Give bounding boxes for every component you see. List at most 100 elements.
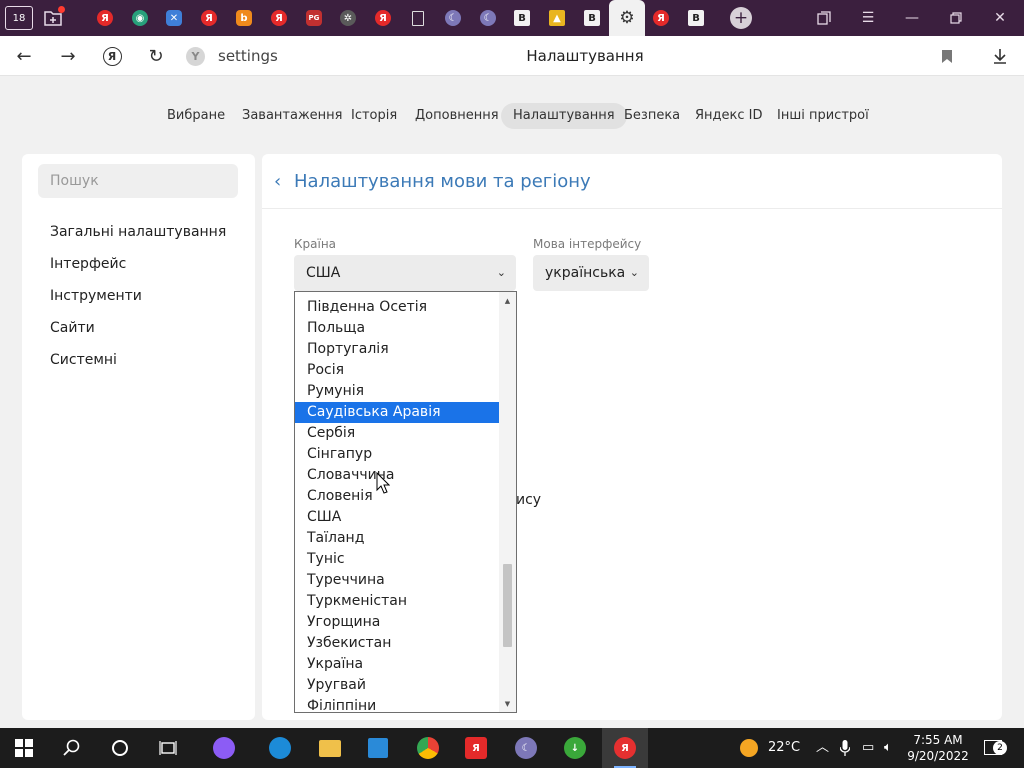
sidebar-item-system[interactable]: Системні (50, 352, 117, 368)
country-option[interactable]: Словенія (295, 486, 499, 507)
nav-other-devices[interactable]: Інші пристрої (777, 103, 869, 129)
network-button[interactable]: ▭ (862, 728, 874, 768)
tab-tools[interactable]: ✕ (161, 5, 187, 31)
taskbar-store[interactable] (366, 736, 390, 760)
tab-b-3[interactable]: B (683, 5, 709, 31)
nav-yandex-id[interactable]: Яндекс ID (695, 103, 763, 129)
country-dropdown-list[interactable]: Південна Осетія Польща Португалія Росія … (294, 291, 517, 713)
country-option[interactable]: Узбекистан (295, 633, 499, 654)
sidebar-item-sites[interactable]: Сайти (50, 320, 95, 336)
nav-history[interactable]: Історія (351, 103, 397, 129)
country-option[interactable]: Словаччина (295, 465, 499, 486)
scrollbar-thumb[interactable] (503, 564, 512, 647)
tab-count-badge: 18 (12, 12, 26, 24)
sidebar-item-interface[interactable]: Інтерфейс (50, 256, 126, 272)
yandex-button[interactable]: Я (100, 44, 124, 68)
country-option[interactable]: Угорщина (295, 612, 499, 633)
reload-button[interactable]: ↻ (144, 44, 168, 68)
volume-button[interactable]: 🔈︎ (884, 728, 892, 768)
country-option[interactable]: Таїланд (295, 528, 499, 549)
minimize-button[interactable]: — (898, 6, 926, 30)
sidebar-item-tools[interactable]: Інструменти (50, 288, 142, 304)
country-option[interactable]: США (295, 507, 499, 528)
taskbar-moon-app[interactable]: ☾ (514, 736, 538, 760)
section-title[interactable]: Налаштування мови та регіону (294, 171, 591, 192)
tab-wheel[interactable]: ✲ (335, 5, 361, 31)
country-option[interactable]: Філіппіни (295, 696, 499, 712)
nav-extensions[interactable]: Доповнення (415, 103, 499, 129)
microphone-button[interactable] (839, 728, 851, 768)
country-option[interactable]: Туреччина (295, 570, 499, 591)
collections-button[interactable] (810, 6, 838, 30)
nav-favorites[interactable]: Вибране (167, 103, 225, 129)
country-option[interactable]: Туніс (295, 549, 499, 570)
chevron-down-icon: ⌄ (629, 266, 639, 279)
forward-button[interactable]: → (56, 44, 80, 68)
taskbar-yandex-browser-active[interactable]: Я (602, 728, 648, 768)
tab-orange[interactable]: b (231, 5, 257, 31)
taskbar-yandex[interactable]: Я (464, 736, 488, 760)
notification-center-button[interactable]: 2 (984, 728, 1007, 768)
back-button[interactable]: ← (12, 44, 36, 68)
country-select[interactable]: США ⌄ (294, 255, 516, 291)
tab-settings-active[interactable]: ⚙ (609, 0, 645, 36)
country-option-highlighted[interactable]: Саудівська Аравія (295, 402, 499, 423)
scroll-down-arrow-icon[interactable]: ▼ (499, 695, 516, 712)
country-option[interactable]: Сінгапур (295, 444, 499, 465)
nav-security[interactable]: Безпека (624, 103, 680, 129)
close-button[interactable]: ✕ (986, 6, 1014, 30)
start-button[interactable] (12, 736, 36, 760)
sidebar-item-general[interactable]: Загальні налаштування (50, 224, 226, 240)
country-option[interactable]: Португалія (295, 339, 499, 360)
country-option[interactable]: Польща (295, 318, 499, 339)
country-option[interactable]: Україна (295, 654, 499, 675)
taskbar-chrome[interactable] (416, 736, 440, 760)
new-tab-button[interactable]: + (730, 7, 752, 29)
show-hidden-icons-button[interactable]: ︿ (816, 728, 829, 768)
country-option[interactable]: Уругвай (295, 675, 499, 696)
cortana-button[interactable] (108, 736, 132, 760)
tab-game[interactable]: ◉ (127, 5, 153, 31)
tab-pg[interactable]: PG (301, 5, 327, 31)
taskbar-download-app[interactable]: ↓ (563, 736, 587, 760)
new-folder-tab-button[interactable] (40, 5, 66, 31)
nav-downloads[interactable]: Завантаження (242, 103, 343, 129)
language-select[interactable]: українська ⌄ (533, 255, 649, 291)
settings-search-input[interactable] (38, 164, 238, 198)
tab-picture[interactable]: ▲ (544, 5, 570, 31)
chevron-left-icon[interactable]: ‹ (274, 171, 281, 192)
tab-moon-2[interactable]: ☾ (475, 5, 501, 31)
country-option[interactable]: Румунія (295, 381, 499, 402)
tab-groups-button[interactable]: 18 (5, 6, 33, 30)
temperature: 22°C (768, 740, 801, 755)
tab-yandex-5[interactable]: Я (648, 5, 674, 31)
tab-yandex-2[interactable]: Я (196, 5, 222, 31)
clock[interactable]: 7:55 AM 9/20/2022 (898, 732, 978, 764)
task-view-button[interactable] (156, 736, 180, 760)
tab-yandex-3[interactable]: Я (266, 5, 292, 31)
restore-button[interactable] (942, 6, 970, 30)
taskbar-explorer[interactable] (318, 736, 342, 760)
search-button[interactable] (60, 736, 84, 760)
site-info-icon[interactable]: Y (186, 47, 205, 66)
tab-yandex-1[interactable]: Я (92, 5, 118, 31)
taskbar-edge[interactable] (268, 736, 292, 760)
country-option[interactable]: Південна Осетія (295, 297, 499, 318)
scroll-up-arrow-icon[interactable]: ▲ (499, 292, 516, 309)
taskbar-alice[interactable] (212, 736, 236, 760)
weather-widget[interactable]: 22°C (740, 728, 800, 768)
tab-b-2[interactable]: B (579, 5, 605, 31)
country-option[interactable]: Росія (295, 360, 499, 381)
downloads-button[interactable] (988, 44, 1012, 68)
country-option[interactable]: Туркменістан (295, 591, 499, 612)
country-option[interactable]: Сербія (295, 423, 499, 444)
bookmark-button[interactable] (935, 44, 959, 68)
tab-b-1[interactable]: B (509, 5, 535, 31)
dropdown-scrollbar[interactable]: ▲ ▼ (499, 292, 516, 712)
tab-moon-1[interactable]: ☾ (440, 5, 466, 31)
menu-button[interactable]: ☰ (854, 6, 882, 30)
tab-yandex-4[interactable]: Я (370, 5, 396, 31)
tab-document[interactable] (405, 5, 431, 31)
nav-settings[interactable]: Налаштування (501, 103, 627, 129)
url-text[interactable]: settings (218, 47, 278, 65)
